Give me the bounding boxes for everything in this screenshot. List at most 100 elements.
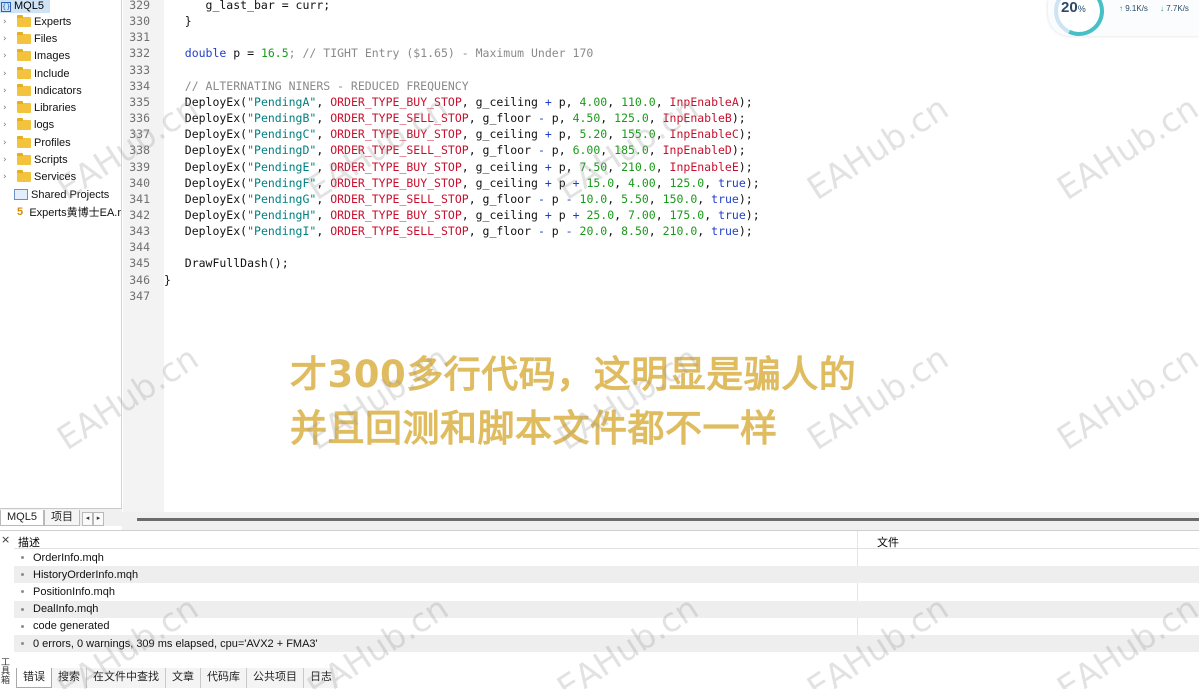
code-token: + — [544, 94, 552, 109]
code-token: , — [704, 207, 719, 222]
code-token: - — [565, 224, 573, 239]
code-line[interactable]: DeployEx("PendingE", ORDER_TYPE_BUY_STOP… — [164, 159, 753, 175]
code-line[interactable]: // ALTERNATING NINERS - REDUCED FREQUENC… — [164, 78, 469, 94]
code-token: , g_floor — [468, 143, 538, 158]
message-row[interactable]: 0 errors, 0 warnings, 309 ms elapsed, cp… — [14, 635, 1199, 652]
code-token: ORDER_TYPE_BUY_STOP — [330, 207, 462, 222]
navigator-item-label: logs — [34, 119, 55, 132]
overlay-caption-line-2: 并且回测和脚本文件都不一样 — [290, 407, 778, 450]
navigator-item-files[interactable]: › Files — [0, 30, 121, 47]
code-token: "PendingC" — [247, 127, 317, 142]
folder-icon — [17, 49, 31, 62]
navigator-root[interactable]: {} MQL5 — [0, 0, 50, 13]
column-header-description[interactable]: 描述 — [18, 534, 40, 550]
code-line[interactable]: DeployEx("PendingH", ORDER_TYPE_BUY_STOP… — [164, 207, 760, 223]
tab-code-base[interactable]: 代码库 — [201, 668, 247, 688]
code-line[interactable]: g_last_bar = curr; — [164, 0, 331, 13]
code-token: , g_floor — [468, 111, 538, 126]
code-token: , — [316, 94, 331, 109]
code-line[interactable]: } — [164, 13, 192, 29]
tab-errors[interactable]: 错误 — [16, 668, 52, 688]
code-line[interactable]: DeployEx("PendingC", ORDER_TYPE_BUY_STOP… — [164, 126, 753, 142]
bullet-icon — [21, 590, 24, 594]
code-token: , — [648, 191, 663, 206]
code-token: 110.0 — [621, 94, 656, 109]
code-line[interactable]: DrawFullDash(); — [164, 255, 289, 271]
tab-mql5[interactable]: MQL5 — [0, 510, 44, 526]
message-row[interactable]: DealInfo.mqh — [14, 600, 1199, 618]
tab-public-projects[interactable]: 公共项目 — [247, 668, 304, 688]
tab-scroll-left-icon[interactable]: ◂ — [81, 512, 93, 526]
code-token: "PendingI" — [247, 224, 317, 239]
line-number: 330 — [129, 14, 150, 29]
navigator-item-profiles[interactable]: › Profiles — [0, 134, 121, 151]
chevron-right-icon[interactable]: › — [3, 103, 12, 113]
folder-icon — [17, 101, 31, 114]
code-line[interactable]: DeployEx("PendingB", ORDER_TYPE_SELL_STO… — [164, 110, 746, 126]
chevron-right-icon[interactable]: › — [3, 69, 12, 79]
line-number: 340 — [129, 175, 150, 190]
navigator-item-experts[interactable]: › Experts — [0, 13, 121, 30]
tab-scroll-right-icon[interactable]: ▸ — [92, 512, 104, 526]
message-row[interactable]: HistoryOrderInfo.mqh — [14, 566, 1199, 584]
chevron-right-icon[interactable]: › — [3, 120, 12, 130]
tab-project[interactable]: 项目 — [43, 510, 80, 526]
navigator-item-images[interactable]: › Images — [0, 48, 121, 65]
navigator-item-label: Services — [34, 171, 77, 184]
message-row[interactable]: OrderInfo.mqh — [14, 549, 1199, 566]
code-token: ); — [738, 191, 753, 206]
code-token: , — [648, 143, 663, 158]
code-token: true — [711, 191, 739, 206]
navigator-tree: › Experts › Files › Images › Include › Indicators… — [0, 13, 121, 221]
chevron-right-icon[interactable]: › — [3, 138, 12, 148]
tab-search[interactable]: 搜索 — [52, 668, 87, 688]
code-token: + — [544, 127, 552, 142]
code-token: , — [600, 143, 615, 158]
message-row[interactable]: code generated — [14, 618, 1199, 635]
navigator-item-label: Profiles — [34, 136, 71, 149]
message-row[interactable]: PositionInfo.mqh — [14, 583, 1199, 600]
code-line[interactable]: double p = 16.5; // TIGHT Entry ($1.65) … — [164, 45, 594, 61]
code-token: } — [164, 272, 171, 287]
code-token: , — [655, 175, 670, 190]
navigator-item-label: Scripts — [34, 154, 68, 167]
chevron-right-icon[interactable]: › — [3, 172, 12, 182]
code-line[interactable]: DeployEx("PendingG", ORDER_TYPE_SELL_STO… — [164, 191, 753, 207]
code-token: 7.00 — [628, 207, 656, 222]
tab-find-in-files[interactable]: 在文件中查找 — [87, 668, 166, 688]
chevron-right-icon[interactable]: › — [3, 155, 12, 165]
navigator-item-indicators[interactable]: › Indicators — [0, 82, 121, 99]
network-speed-widget[interactable]: 20% ↑ 9.1K/s ↓ 7.7K/s — [1048, 0, 1199, 36]
line-number: 341 — [129, 191, 150, 206]
code-line[interactable]: DeployEx("PendingF", ORDER_TYPE_BUY_STOP… — [164, 175, 760, 191]
navigator-item-libraries[interactable]: › Libraries — [0, 99, 121, 116]
code-line[interactable]: DeployEx("PendingI", ORDER_TYPE_SELL_STO… — [164, 223, 753, 239]
code-token: ORDER_TYPE_SELL_STOP — [330, 224, 469, 239]
code-line[interactable]: DeployEx("PendingD", ORDER_TYPE_SELL_STO… — [164, 142, 746, 158]
navigator-item-logs[interactable]: › logs — [0, 117, 121, 134]
message-text: DealInfo.mqh — [33, 603, 99, 616]
panel-splitter[interactable] — [122, 512, 1199, 530]
code-line[interactable]: DeployEx("PendingA", ORDER_TYPE_BUY_STOP… — [164, 94, 753, 110]
navigator-item-include[interactable]: › Include — [0, 65, 121, 82]
close-icon[interactable]: × — [1, 533, 10, 546]
code-token: ); — [731, 111, 746, 126]
chevron-right-icon[interactable]: › — [3, 17, 12, 27]
navigator-item-services[interactable]: › Services — [0, 169, 121, 186]
code-line[interactable]: } — [164, 272, 171, 288]
code-token: ORDER_TYPE_BUY_STOP — [330, 159, 462, 174]
navigator-item-experts-ea-r[interactable]: 5 Experts黄博士EA.r — [0, 203, 121, 220]
navigator-item-shared-projects[interactable]: Shared Projects — [0, 186, 121, 203]
navigator-item-scripts[interactable]: › Scripts — [0, 151, 121, 168]
line-number: 336 — [129, 111, 150, 126]
column-header-file[interactable]: 文件 — [877, 534, 899, 550]
tab-journal[interactable]: 日志 — [304, 668, 338, 688]
code-token: + — [544, 207, 552, 222]
chevron-right-icon[interactable]: › — [3, 34, 12, 44]
code-token: DeployEx( — [164, 175, 248, 190]
bullet-icon — [21, 607, 24, 611]
chevron-right-icon[interactable]: › — [3, 86, 12, 96]
tab-articles[interactable]: 文章 — [166, 668, 201, 688]
chevron-right-icon[interactable]: › — [3, 51, 12, 61]
mq5-file-icon: 5 — [17, 205, 24, 218]
